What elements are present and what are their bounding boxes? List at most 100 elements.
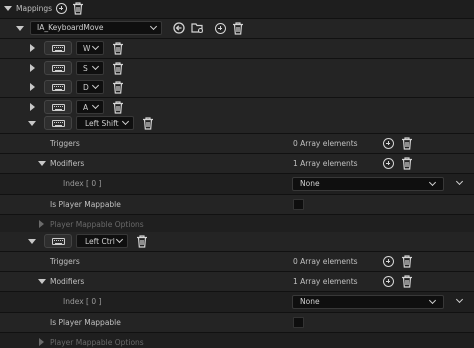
key-mapping-row: W <box>0 39 474 58</box>
player-mappable-options-label: Player Mappable Options <box>50 220 144 229</box>
key-mapping-row: Left Ctrl <box>0 232 474 251</box>
key-selector[interactable]: A <box>76 99 104 114</box>
triggers-value: 0 Array elements <box>293 139 358 148</box>
chevron-down-icon <box>149 22 158 31</box>
action-asset-dropdown[interactable]: IA_KeyboardMove <box>30 21 162 35</box>
modifiers-value: 1 Array elements <box>293 159 358 168</box>
chevron-down-icon <box>428 178 437 187</box>
chevron-down-icon <box>91 42 100 51</box>
keyboard-icon[interactable] <box>44 234 72 248</box>
collapse-arrow-icon[interactable] <box>30 44 35 52</box>
trash-icon[interactable] <box>112 81 124 94</box>
keyboard-glyph <box>52 45 65 52</box>
key-selector[interactable]: D <box>76 80 104 94</box>
delete-all-mappings-icon[interactable] <box>72 2 84 15</box>
property-row: Index [ 0 ] None <box>0 174 474 194</box>
chevron-down-icon <box>115 235 124 244</box>
player-mappable-checkbox[interactable] <box>293 317 304 328</box>
expand-arrow-icon[interactable] <box>16 26 24 31</box>
chevron-down-icon <box>121 117 130 126</box>
expand-arrow-icon[interactable] <box>4 6 12 11</box>
expand-chevron-icon[interactable] <box>455 177 464 186</box>
keyboard-glyph <box>52 120 65 127</box>
add-modifier-icon[interactable] <box>383 158 394 169</box>
player-mappable-label: Is Player Mappable <box>50 200 121 209</box>
chevron-down-icon <box>91 62 100 70</box>
add-trigger-icon[interactable] <box>383 138 394 149</box>
key-label: D <box>83 83 89 92</box>
key-mapping-row: D <box>0 78 474 97</box>
trash-icon[interactable] <box>142 117 154 130</box>
add-mapping-icon[interactable] <box>56 3 67 14</box>
expand-arrow-icon[interactable] <box>38 161 46 166</box>
chevron-down-icon <box>428 296 437 305</box>
modifier-value: None <box>300 297 320 306</box>
collapse-arrow-icon[interactable] <box>30 102 35 111</box>
key-selector[interactable]: W <box>76 41 104 55</box>
key-label: Left Ctrl <box>85 237 115 246</box>
mappings-header-row: Mappings <box>0 0 474 18</box>
collapse-arrow-icon[interactable] <box>30 83 35 91</box>
keyboard-icon[interactable] <box>44 41 72 55</box>
trash-icon[interactable] <box>112 100 124 114</box>
property-row: Modifiers 1 Array elements <box>0 154 474 173</box>
keyboard-icon[interactable] <box>44 80 72 94</box>
triggers-label: Triggers <box>50 257 80 266</box>
expand-arrow-icon[interactable] <box>28 239 36 244</box>
collapse-arrow-icon[interactable] <box>30 63 35 72</box>
property-row: Player Mappable Options <box>0 333 474 348</box>
property-row: Triggers 0 Array elements <box>0 252 474 271</box>
keyboard-icon[interactable] <box>44 60 72 75</box>
player-mappable-checkbox[interactable] <box>293 199 304 210</box>
trash-icon[interactable] <box>401 157 413 170</box>
add-trigger-icon[interactable] <box>383 256 394 267</box>
trash-icon[interactable] <box>112 61 124 75</box>
expand-arrow-icon[interactable] <box>38 279 46 284</box>
trash-icon[interactable] <box>136 235 148 248</box>
triggers-label: Triggers <box>50 139 80 148</box>
arrow-left-circle-icon[interactable] <box>173 22 185 34</box>
key-label: W <box>83 44 91 53</box>
expand-arrow-icon[interactable] <box>28 121 36 126</box>
modifiers-label: Modifiers <box>50 159 85 168</box>
index-label: Index [ 0 ] <box>63 297 102 306</box>
delete-action-icon[interactable] <box>232 22 244 35</box>
mappings-label: Mappings <box>16 4 53 13</box>
add-modifier-icon[interactable] <box>383 276 394 287</box>
keyboard-glyph <box>52 84 65 91</box>
key-label: Left Shift <box>85 119 119 128</box>
key-mapping-row: Left Shift <box>0 114 474 133</box>
keyboard-glyph <box>52 238 65 245</box>
action-asset-value: IA_KeyboardMove <box>37 23 104 32</box>
trash-icon[interactable] <box>401 137 413 150</box>
modifiers-label: Modifiers <box>50 277 85 286</box>
browse-folder-icon[interactable] <box>191 22 204 34</box>
key-mapping-row: S <box>0 58 474 78</box>
index-label: Index [ 0 ] <box>63 179 102 188</box>
collapse-arrow-icon[interactable] <box>39 220 44 228</box>
key-label: A <box>83 102 89 112</box>
modifiers-value: 1 Array elements <box>293 277 358 286</box>
keyboard-glyph <box>52 103 65 111</box>
keyboard-icon[interactable] <box>44 116 72 130</box>
trash-icon[interactable] <box>401 255 413 268</box>
trash-icon[interactable] <box>112 42 124 55</box>
player-mappable-options-label: Player Mappable Options <box>50 338 144 347</box>
triggers-value: 0 Array elements <box>293 257 358 266</box>
collapse-arrow-icon[interactable] <box>39 338 44 346</box>
action-asset-row: IA_KeyboardMove <box>0 19 474 38</box>
property-row: Is Player Mappable <box>0 195 474 214</box>
keyboard-icon[interactable] <box>44 99 72 114</box>
expand-chevron-icon[interactable] <box>455 295 464 304</box>
modifier-dropdown[interactable]: None <box>292 295 444 309</box>
property-row: Index [ 0 ] None <box>0 292 474 312</box>
key-selector[interactable]: Left Ctrl <box>76 234 128 248</box>
trash-icon[interactable] <box>401 275 413 288</box>
modifier-dropdown[interactable]: None <box>292 177 444 191</box>
key-selector[interactable]: S <box>76 60 104 75</box>
property-row: Triggers 0 Array elements <box>0 134 474 153</box>
modifier-value: None <box>300 179 320 188</box>
keyboard-glyph <box>52 64 65 72</box>
key-selector[interactable]: Left Shift <box>76 116 134 130</box>
add-key-mapping-icon[interactable] <box>215 23 226 34</box>
